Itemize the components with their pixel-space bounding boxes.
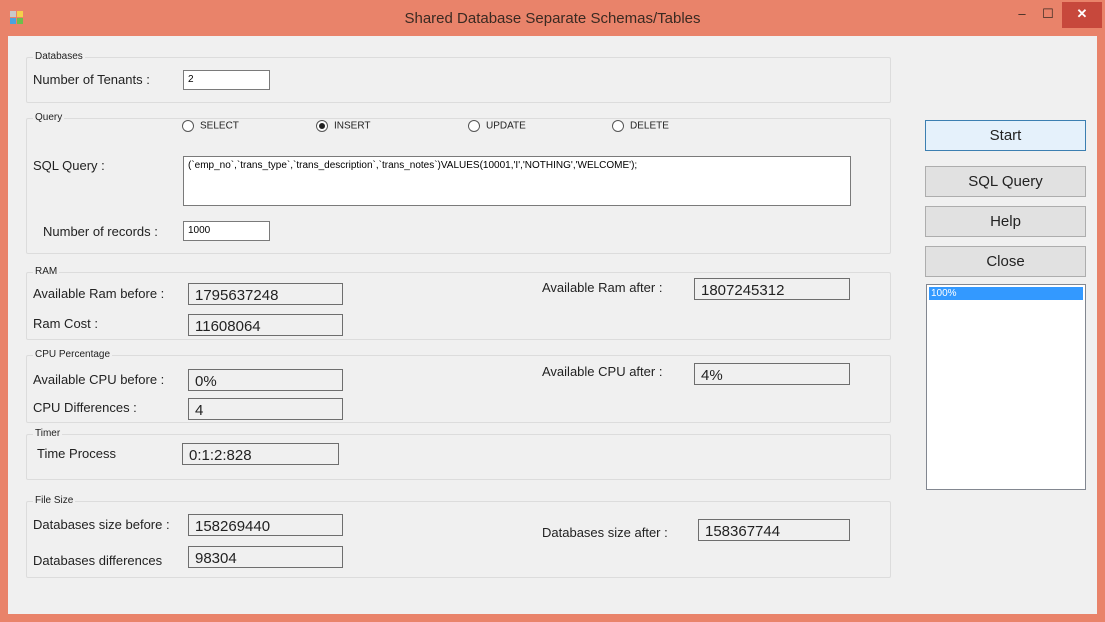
cpu-before-label: Available CPU before :: [33, 372, 165, 387]
db-size-before-label: Databases size before :: [33, 517, 170, 532]
maximize-icon[interactable]: ☐: [1036, 2, 1060, 28]
time-process-value: 0:1:2:828: [182, 443, 339, 465]
cpu-after-value: 4%: [694, 363, 850, 385]
cpu-before-value: 0%: [188, 369, 343, 391]
delete-radio-indicator: [612, 120, 624, 132]
cpu-diff-label: CPU Differences :: [33, 400, 137, 415]
cpu-diff-value: 4: [188, 398, 343, 420]
delete-radio[interactable]: DELETE: [612, 120, 669, 132]
ram-cost-label: Ram Cost :: [33, 316, 99, 331]
select-radio-indicator: [182, 120, 194, 132]
progress-listbox[interactable]: 100%: [926, 284, 1086, 490]
select-radio[interactable]: SELECT: [182, 120, 239, 132]
title-bar[interactable]: Shared Database Separate Schemas/Tables …: [0, 0, 1105, 36]
ram-after-label: Available Ram after :: [542, 280, 663, 295]
query-legend: Query: [33, 112, 65, 123]
filesize-legend: File Size: [33, 495, 76, 506]
tenants-input[interactable]: 2: [183, 70, 270, 90]
select-radio-label: SELECT: [200, 120, 239, 132]
db-size-before-value: 158269440: [188, 514, 343, 536]
sql-query-textarea[interactable]: (`emp_no`,`trans_type`,`trans_descriptio…: [183, 156, 851, 206]
update-radio-label: UPDATE: [486, 120, 526, 132]
insert-radio[interactable]: INSERT: [316, 120, 371, 132]
insert-radio-label: INSERT: [334, 120, 371, 132]
db-size-after-label: Databases size after :: [542, 525, 668, 540]
db-size-after-value: 158367744: [698, 519, 850, 541]
sql-query-label: SQL Query :: [33, 158, 105, 173]
ram-after-value: 1807245312: [694, 278, 850, 300]
close-button[interactable]: Close: [925, 246, 1086, 277]
update-radio-indicator: [468, 120, 480, 132]
ram-legend: RAM: [33, 266, 60, 277]
records-label: Number of records :: [43, 224, 158, 239]
window-bottom-border: [0, 614, 1105, 622]
close-window-icon[interactable]: ✕: [1062, 2, 1102, 28]
window-title: Shared Database Separate Schemas/Tables: [404, 10, 701, 27]
list-item[interactable]: 100%: [929, 287, 1083, 300]
insert-radio-indicator: [316, 120, 328, 132]
timer-group: Timer: [26, 428, 891, 480]
timer-legend: Timer: [33, 428, 63, 439]
cpu-legend: CPU Percentage: [33, 349, 113, 360]
help-button[interactable]: Help: [925, 206, 1086, 237]
delete-radio-label: DELETE: [630, 120, 669, 132]
minimize-icon[interactable]: –: [1010, 2, 1034, 28]
ram-before-label: Available Ram before :: [33, 286, 165, 301]
db-diff-label: Databases differences: [33, 553, 163, 568]
sql-query-button[interactable]: SQL Query: [925, 166, 1086, 197]
databases-legend: Databases: [33, 51, 85, 62]
db-diff-value: 98304: [188, 546, 343, 568]
start-button[interactable]: Start: [925, 120, 1086, 151]
ram-before-value: 1795637248: [188, 283, 343, 305]
tenants-label: Number of Tenants :: [33, 72, 150, 87]
main-window: Shared Database Separate Schemas/Tables …: [0, 0, 1105, 622]
update-radio[interactable]: UPDATE: [468, 120, 526, 132]
client-area: Databases Number of Tenants : 2 Query SE…: [8, 36, 1097, 614]
ram-cost-value: 11608064: [188, 314, 343, 336]
databases-group: Databases: [26, 51, 891, 103]
time-process-label: Time Process: [37, 446, 116, 461]
cpu-after-label: Available CPU after :: [542, 364, 663, 379]
records-input[interactable]: 1000: [183, 221, 270, 241]
